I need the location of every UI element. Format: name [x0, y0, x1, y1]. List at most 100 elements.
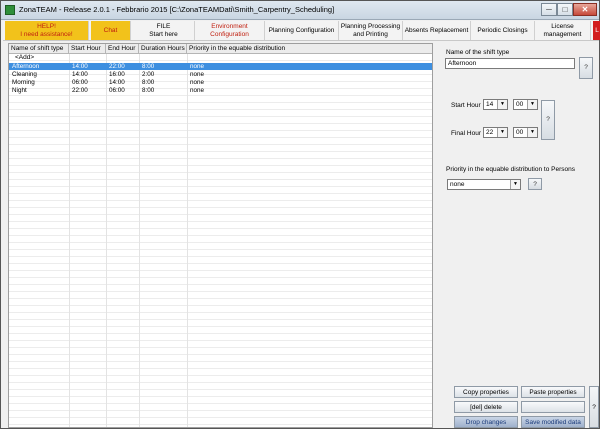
start-hour-label: Start Hour [451, 102, 481, 109]
menu-bar: HELP! I need assistance! Chat FILE Start h… [3, 21, 600, 41]
grid-background-lines [9, 54, 432, 427]
minimize-button[interactable]: ─ [541, 3, 557, 16]
copy-properties-button[interactable]: Copy properties [454, 386, 518, 398]
chevron-down-icon: ▼ [527, 128, 537, 137]
tab-license-management[interactable]: License management [535, 21, 591, 40]
shift-name-input[interactable]: Afternoon [445, 58, 575, 69]
chevron-down-icon: ▼ [497, 100, 507, 109]
shift-types-grid[interactable]: Name of shift type Start Hour End Hour D… [8, 43, 433, 428]
cell-name: Morning [12, 79, 35, 86]
grid-column-divider [139, 53, 140, 427]
cell-duration: 2:00 [142, 71, 155, 78]
cell-end: 22:00 [109, 63, 125, 70]
final-hour-label: Final Hour [451, 130, 481, 137]
tab-chat[interactable]: Chat [91, 21, 131, 40]
cell-start: 14:00 [72, 71, 88, 78]
tab-environment-configuration[interactable]: Environment Configuration [195, 21, 265, 40]
cell-priority: none [190, 87, 205, 94]
tab-license-line1: License [551, 23, 574, 30]
tab-ppp-line2: and Printing [353, 30, 388, 38]
cell-priority: none [190, 63, 205, 70]
cell-priority: none [190, 71, 205, 78]
grid-column-divider [69, 53, 70, 427]
close-button[interactable]: ✕ [573, 3, 597, 16]
tab-env-line2: Configuration [210, 30, 249, 38]
final-hour-value: 22 [486, 129, 494, 136]
final-minute-value: 00 [516, 129, 524, 136]
cell-duration: 8:00 [142, 79, 155, 86]
cell-duration: 8:00 [142, 87, 155, 94]
side-help-button[interactable]: ? [589, 386, 599, 428]
delete-button[interactable]: [del] delete [454, 401, 518, 413]
cell-duration: 8:00 [142, 63, 155, 70]
chevron-down-icon: ▼ [510, 180, 520, 189]
final-hour-select[interactable]: 22 ▼ [483, 127, 508, 138]
cell-start: 14:00 [72, 63, 88, 70]
priority-value: none [450, 181, 465, 188]
grid-column-divider [106, 53, 107, 427]
cell-end: 06:00 [109, 87, 125, 94]
start-hour-value: 14 [486, 101, 494, 108]
tab-periodic-label: Periodic Closings [477, 26, 528, 34]
tab-file-line2: Start here [149, 30, 178, 38]
column-header-name[interactable]: Name of shift type [9, 44, 69, 53]
table-row[interactable]: Morning 06:00 14:00 8:00 none [9, 79, 432, 86]
column-header-priority[interactable]: Priority in the equable distribution [187, 44, 432, 53]
blank-button[interactable] [521, 401, 585, 413]
shift-name-label: Name of the shift type [446, 49, 510, 56]
priority-select[interactable]: none ▼ [447, 179, 521, 190]
app-window: ZonaTEAM - Release 2.0.1 - Febbrario 201… [0, 0, 600, 429]
cell-end: 16:00 [109, 71, 125, 78]
final-minute-select[interactable]: 00 ▼ [513, 127, 538, 138]
start-minute-value: 00 [516, 101, 524, 108]
tab-help-line2: I need assistance! [20, 30, 73, 38]
tab-file[interactable]: FILE Start here [133, 21, 195, 40]
cell-start: 22:00 [72, 87, 88, 94]
tab-planning-processing[interactable]: Planning Processing and Printing [339, 21, 403, 40]
priority-help-button[interactable]: ? [528, 178, 542, 190]
add-row[interactable]: <Add> [9, 54, 432, 62]
tab-chat-label: Chat [103, 26, 118, 34]
grid-column-divider [187, 53, 188, 427]
tab-overflow[interactable]: L [593, 21, 600, 40]
cell-end: 14:00 [109, 79, 125, 86]
tab-planning-config-label: Planning Configuration [268, 26, 335, 34]
tab-help[interactable]: HELP! I need assistance! [5, 21, 89, 40]
start-hour-select[interactable]: 14 ▼ [483, 99, 508, 110]
column-header-start[interactable]: Start Hour [69, 44, 106, 53]
grid-header: Name of shift type Start Hour End Hour D… [9, 44, 432, 54]
tab-ppp-line1: Planning Processing [340, 23, 401, 30]
tab-file-line1: FILE [156, 23, 171, 30]
maximize-button[interactable]: □ [557, 3, 573, 16]
chevron-down-icon: ▼ [527, 100, 537, 109]
shift-name-help-button[interactable]: ? [579, 57, 593, 79]
title-bar[interactable]: ZonaTEAM - Release 2.0.1 - Febbrario 201… [1, 1, 599, 20]
tab-help-line1: HELP! [37, 23, 56, 30]
cell-start: 06:00 [72, 79, 88, 86]
table-row[interactable]: Afternoon 14:00 22:00 8:00 none [9, 63, 432, 70]
cell-name: Afternoon [12, 63, 40, 70]
tab-absents-label: Absents Replacement [404, 26, 469, 34]
cell-priority: none [190, 79, 205, 86]
start-minute-select[interactable]: 00 ▼ [513, 99, 538, 110]
drop-changes-button[interactable]: Drop changes [454, 416, 518, 428]
app-icon [5, 5, 15, 15]
tab-overflow-label: L [595, 26, 599, 34]
chevron-down-icon: ▼ [497, 128, 507, 137]
tab-periodic-closings[interactable]: Periodic Closings [471, 21, 535, 40]
cell-name: Cleaning [12, 71, 37, 78]
tab-license-line2: management [543, 30, 582, 38]
column-header-end[interactable]: End Hour [106, 44, 139, 53]
table-row[interactable]: Night 22:00 06:00 8:00 none [9, 87, 432, 94]
tab-planning-configuration[interactable]: Planning Configuration [265, 21, 339, 40]
save-modified-data-button[interactable]: Save modified data [521, 416, 585, 428]
priority-label: Priority in the equable distribution to … [446, 166, 575, 173]
paste-properties-button[interactable]: Paste properties [521, 386, 585, 398]
table-row[interactable]: Cleaning 14:00 16:00 2:00 none [9, 71, 432, 78]
tab-env-line1: Environment [211, 23, 248, 30]
hours-help-button[interactable]: ? [541, 100, 555, 140]
cell-name: Night [12, 87, 27, 94]
tab-absents-replacement[interactable]: Absents Replacement [403, 21, 471, 40]
window-title: ZonaTEAM - Release 2.0.1 - Febbrario 201… [19, 5, 335, 14]
column-header-duration[interactable]: Duration Hours [139, 44, 187, 53]
